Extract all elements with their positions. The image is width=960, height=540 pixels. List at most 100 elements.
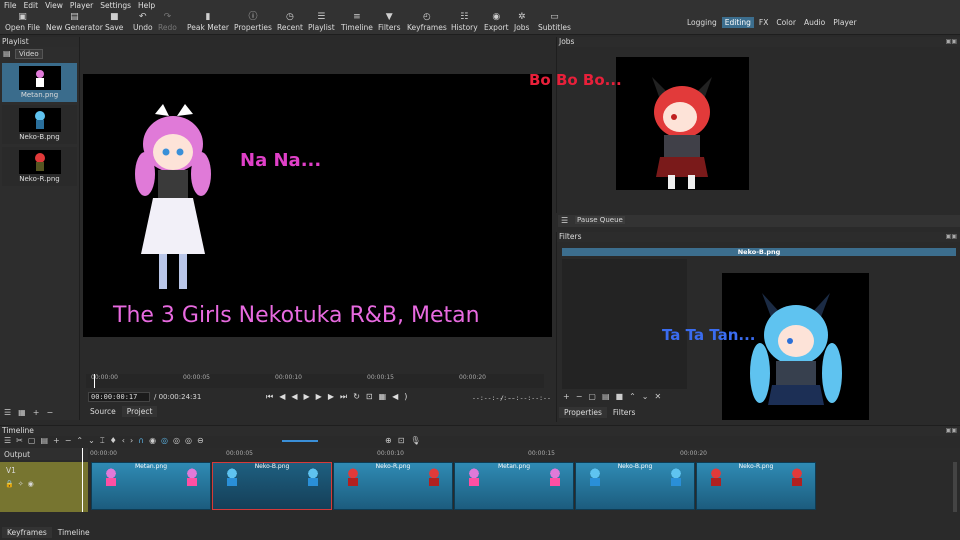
filters-button[interactable]: ▼ Filters — [378, 12, 400, 32]
play-icon[interactable]: ▶ — [304, 392, 316, 401]
rewind-icon[interactable]: ◀◀ — [279, 392, 303, 401]
tab-filters[interactable]: Filters — [607, 407, 641, 418]
snap-icon[interactable]: ∩ — [138, 436, 149, 445]
next-marker-icon[interactable]: › — [130, 436, 138, 445]
redo-button[interactable]: ↷ Redo — [158, 12, 177, 32]
playhead[interactable] — [94, 374, 95, 388]
playlist-item-neko-b[interactable]: Neko-B.png — [2, 105, 77, 144]
deselect-icon[interactable]: ✕ — [655, 392, 668, 401]
playlist-button[interactable]: ☰ Playlist — [308, 12, 335, 32]
copy-icon[interactable]: ▢ — [28, 436, 41, 445]
playlist-item-metan[interactable]: Metan.png — [2, 63, 77, 102]
skip-end-icon[interactable]: ⏭ — [340, 392, 353, 401]
paste-icon[interactable]: ▤ — [40, 436, 53, 445]
loop-icon[interactable]: ↻ — [353, 392, 366, 401]
timeline-clip[interactable]: Metan.png — [454, 462, 574, 510]
playlist-menu-icon[interactable]: ▤ — [3, 49, 11, 58]
timeline-button[interactable]: ≡ Timeline — [341, 12, 373, 32]
append-icon[interactable]: + — [53, 436, 65, 445]
timeline-clip[interactable]: Neko-R.png — [696, 462, 816, 510]
menu-view[interactable]: View — [45, 1, 63, 10]
player-scrub-bar[interactable]: 00:00:00 00:00:05 00:00:10 00:00:15 00:0… — [86, 374, 544, 388]
grid-view-icon[interactable]: ▦ — [18, 408, 33, 417]
layout-color[interactable]: Color — [773, 17, 799, 28]
recent-button[interactable]: ◷ Recent — [277, 12, 303, 32]
ripple-markers-icon[interactable]: ◎ — [185, 436, 197, 445]
layout-logging[interactable]: Logging — [684, 17, 720, 28]
move-down-icon[interactable]: ⌄ — [642, 392, 655, 401]
panel-close-icon[interactable]: ▣▣ — [946, 38, 957, 45]
keyframes-button[interactable]: ◴ Keyframes — [407, 12, 447, 32]
menu-edit[interactable]: Edit — [24, 1, 39, 10]
peak-meter-button[interactable]: ▮ Peak Meter — [187, 12, 229, 32]
zoom-icon[interactable]: ⊡ — [366, 392, 379, 401]
overwrite-icon[interactable]: ⌄ — [88, 436, 100, 445]
scrub-audio-icon[interactable]: ◉ — [149, 436, 161, 445]
move-up-icon[interactable]: ⌃ — [629, 392, 642, 401]
tab-project[interactable]: Project — [121, 406, 158, 417]
record-audio-icon[interactable]: 🎙 — [410, 436, 426, 445]
remove-filter-icon[interactable]: − — [576, 392, 589, 401]
prev-marker-icon[interactable]: ‹ — [122, 436, 130, 445]
menu-file[interactable]: File — [4, 1, 17, 10]
properties-button[interactable]: ⓘ Properties — [234, 12, 272, 32]
lift-icon[interactable]: ⌃ — [76, 436, 88, 445]
position-timecode[interactable]: 00:00:00:17 — [88, 392, 150, 402]
layout-editing[interactable]: Editing — [721, 17, 754, 28]
track-header-v1[interactable]: V1 🔒✧◉ — [0, 462, 88, 512]
layout-audio[interactable]: Audio — [801, 17, 828, 28]
split-icon[interactable]: ⌶ — [100, 436, 110, 445]
timeline-playhead[interactable] — [82, 448, 83, 512]
composite-icon[interactable]: ✧ — [18, 480, 28, 488]
timeline-clip[interactable]: Neko-R.png — [333, 462, 453, 510]
tab-source[interactable]: Source — [85, 406, 121, 417]
pause-queue-button[interactable]: Pause Queue — [575, 216, 625, 224]
subtitles-button[interactable]: ▭ Subtitles — [538, 12, 571, 32]
save-filter-icon[interactable]: ■ — [616, 392, 630, 401]
zoom-fit-icon[interactable]: ⊡ — [398, 436, 411, 445]
tab-keyframes[interactable]: Keyframes — [2, 527, 52, 538]
zoom-out-icon[interactable]: ⊖ — [197, 436, 209, 445]
skip-start-icon[interactable]: ⏮ — [266, 392, 279, 401]
menu-player[interactable]: Player — [70, 1, 93, 10]
forward-icon[interactable]: ▶▶ — [316, 392, 340, 401]
timeline-scrollbar[interactable] — [953, 462, 957, 512]
new-generator-button[interactable]: ▤ New Generator — [46, 12, 103, 32]
ripple-all-icon[interactable]: ◎ — [173, 436, 185, 445]
zoom-slider[interactable] — [282, 440, 318, 442]
lock-icon[interactable]: 🔒 — [5, 480, 18, 488]
playlist-item-neko-r[interactable]: Neko-R.png — [2, 147, 77, 186]
menu-help[interactable]: Help — [138, 1, 155, 10]
timeline-clip[interactable]: Metan.png — [91, 462, 211, 510]
timeline-clip[interactable]: Neko-B.png — [575, 462, 695, 510]
eye-icon[interactable]: ◉ — [28, 480, 38, 488]
timeline-clip[interactable]: Neko-B.png — [212, 462, 332, 510]
jobs-button[interactable]: ✲ Jobs — [514, 12, 529, 32]
open-file-button[interactable]: ▣ Open File — [5, 12, 40, 32]
add-icon[interactable]: + — [33, 408, 47, 417]
video-preview[interactable]: Na Na... The 3 Girls Nekotuka R&B, Metan — [83, 74, 552, 337]
jobs-menu-icon[interactable]: ☰ — [561, 216, 568, 225]
export-button[interactable]: ◉ Export — [484, 12, 509, 32]
panel-close-icon[interactable]: ▣▣ — [946, 233, 957, 240]
remove-icon[interactable]: − — [65, 436, 77, 445]
tab-timeline[interactable]: Timeline — [52, 527, 95, 538]
panel-close-icon[interactable]: ▣▣ — [946, 427, 957, 434]
layout-player[interactable]: Player — [830, 17, 859, 28]
copy-filter-icon[interactable]: ▢ — [588, 392, 602, 401]
filter-list[interactable] — [562, 259, 687, 389]
tab-properties[interactable]: Properties — [559, 407, 607, 418]
paste-filter-icon[interactable]: ▤ — [602, 392, 616, 401]
list-view-icon[interactable]: ☰ — [4, 408, 18, 417]
cut-icon[interactable]: ✂ — [16, 436, 28, 445]
undo-button[interactable]: ↶ Undo — [133, 12, 153, 32]
playlist-video-tab[interactable]: Video — [15, 49, 43, 59]
ripple-icon[interactable]: ◎ — [161, 436, 173, 445]
zoom-in-icon[interactable]: ⊕ — [385, 436, 398, 445]
volume-icon[interactable]: ◀) — [392, 392, 413, 401]
grid-icon[interactable]: ▦ — [379, 392, 393, 401]
save-button[interactable]: ■ Save — [105, 12, 123, 32]
menu-settings[interactable]: Settings — [100, 1, 131, 10]
remove-icon[interactable]: − — [46, 408, 60, 417]
history-button[interactable]: ☷ History — [451, 12, 478, 32]
